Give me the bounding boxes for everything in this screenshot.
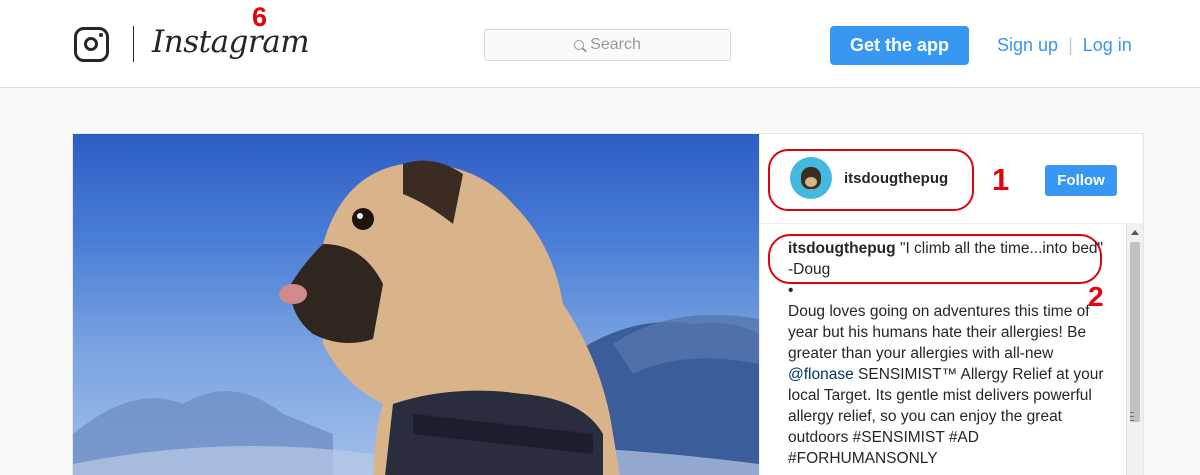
scrollbar-grip-icon	[1130, 412, 1134, 421]
annotation-ring-1	[768, 149, 974, 211]
search-input[interactable]: Search	[484, 29, 731, 61]
scroll-up-arrow-icon[interactable]	[1131, 230, 1139, 235]
sign-up-link[interactable]: Sign up	[997, 35, 1058, 56]
search-icon	[574, 40, 585, 50]
annotation-label-1: 1	[992, 162, 1010, 197]
search-placeholder: Search	[590, 36, 641, 53]
post-sidebar: itsdougthepug 1 Follow 2 itsdougthepug "…	[759, 134, 1146, 475]
scrollbar-thumb[interactable]	[1130, 242, 1140, 422]
caption-body: Doug loves going on adventures this time…	[788, 301, 1108, 469]
post-caption: itsdougthepug "I climb all the time...in…	[788, 238, 1108, 469]
camera-flash-dot	[99, 33, 103, 37]
caption-body-text: Doug loves going on adventures this time…	[788, 303, 1090, 362]
log-in-link[interactable]: Log in	[1083, 35, 1132, 56]
camera-lens-shape	[84, 37, 98, 51]
instagram-wordmark[interactable]: Instagram	[152, 24, 310, 60]
get-the-app-button[interactable]: Get the app	[830, 26, 969, 65]
caption-username[interactable]: itsdougthepug	[788, 240, 896, 257]
annotation-label-6: 6	[252, 2, 268, 32]
mention-link[interactable]: @flonase	[788, 366, 854, 383]
post-card: itsdougthepug 1 Follow 2 itsdougthepug "…	[72, 133, 1146, 475]
caption-scrollbar[interactable]	[1126, 224, 1143, 475]
post-photo[interactable]	[73, 134, 759, 475]
auth-links: Sign up | Log in	[997, 35, 1132, 56]
post-header: itsdougthepug 1 Follow	[760, 134, 1146, 224]
instagram-camera-icon[interactable]	[74, 27, 109, 62]
caption-header: itsdougthepug "I climb all the time...in…	[788, 238, 1108, 280]
top-navigation-bar: Instagram 6 Search Get the app Sign up |…	[0, 0, 1200, 88]
caption-bullet: •	[788, 282, 794, 299]
pug-mountain-illustration	[73, 160, 759, 475]
auth-separator: |	[1068, 35, 1073, 55]
follow-button[interactable]: Follow	[1045, 165, 1117, 196]
logo-divider	[133, 26, 134, 62]
